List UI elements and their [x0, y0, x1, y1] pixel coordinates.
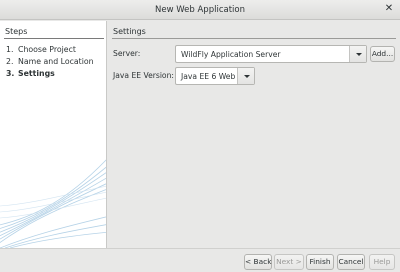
finish-button[interactable]: Finish	[306, 254, 334, 270]
help-button[interactable]: Help	[369, 254, 395, 270]
button-bar: < Back Next > Finish Cancel Help	[0, 248, 400, 272]
cancel-button[interactable]: Cancel	[337, 254, 365, 270]
step-number: 1.	[6, 45, 14, 54]
step-settings: 3. Settings	[6, 68, 94, 80]
step-number: 2.	[6, 57, 14, 66]
settings-divider	[112, 38, 396, 39]
close-icon[interactable]: ✕	[383, 3, 395, 15]
java-ee-version-select[interactable]: Java EE 6 Web	[175, 67, 255, 85]
next-button[interactable]: Next >	[274, 254, 304, 270]
wizard-swirl-graphic	[0, 159, 106, 248]
back-button[interactable]: < Back	[244, 254, 272, 270]
steps-divider	[4, 38, 104, 39]
steps-header: Steps	[5, 27, 28, 36]
step-choose-project: 1. Choose Project	[6, 44, 94, 56]
new-web-application-dialog: New Web Application ✕ Steps 1. Choose Pro…	[0, 0, 400, 272]
step-list: 1. Choose Project 2. Name and Location 3. S…	[6, 44, 94, 80]
server-dropdown-button[interactable]	[349, 46, 366, 62]
title-bar[interactable]: New Web Application ✕	[0, 0, 400, 20]
settings-header: Settings	[113, 27, 146, 36]
java-ee-version-dropdown-button[interactable]	[237, 68, 254, 84]
server-label: Server:	[113, 49, 141, 58]
add-server-button[interactable]: Add...	[370, 46, 395, 62]
step-label: Choose Project	[18, 45, 76, 54]
chevron-down-icon	[356, 53, 362, 56]
java-ee-version-label: Java EE Version:	[113, 71, 174, 80]
server-selected-value: WildFly Application Server	[181, 50, 281, 59]
steps-panel: Steps 1. Choose Project 2. Name and Locati…	[0, 21, 107, 248]
java-ee-version-selected-value: Java EE 6 Web	[181, 72, 236, 81]
step-label: Name and Location	[18, 57, 94, 66]
step-name-and-location: 2. Name and Location	[6, 56, 94, 68]
server-select[interactable]: WildFly Application Server	[175, 45, 367, 63]
step-number: 3.	[6, 69, 15, 78]
window-title: New Web Application	[155, 5, 245, 15]
settings-panel: Settings Server: WildFly Application Ser…	[108, 21, 400, 248]
chevron-down-icon	[244, 75, 250, 78]
step-label: Settings	[18, 69, 55, 78]
